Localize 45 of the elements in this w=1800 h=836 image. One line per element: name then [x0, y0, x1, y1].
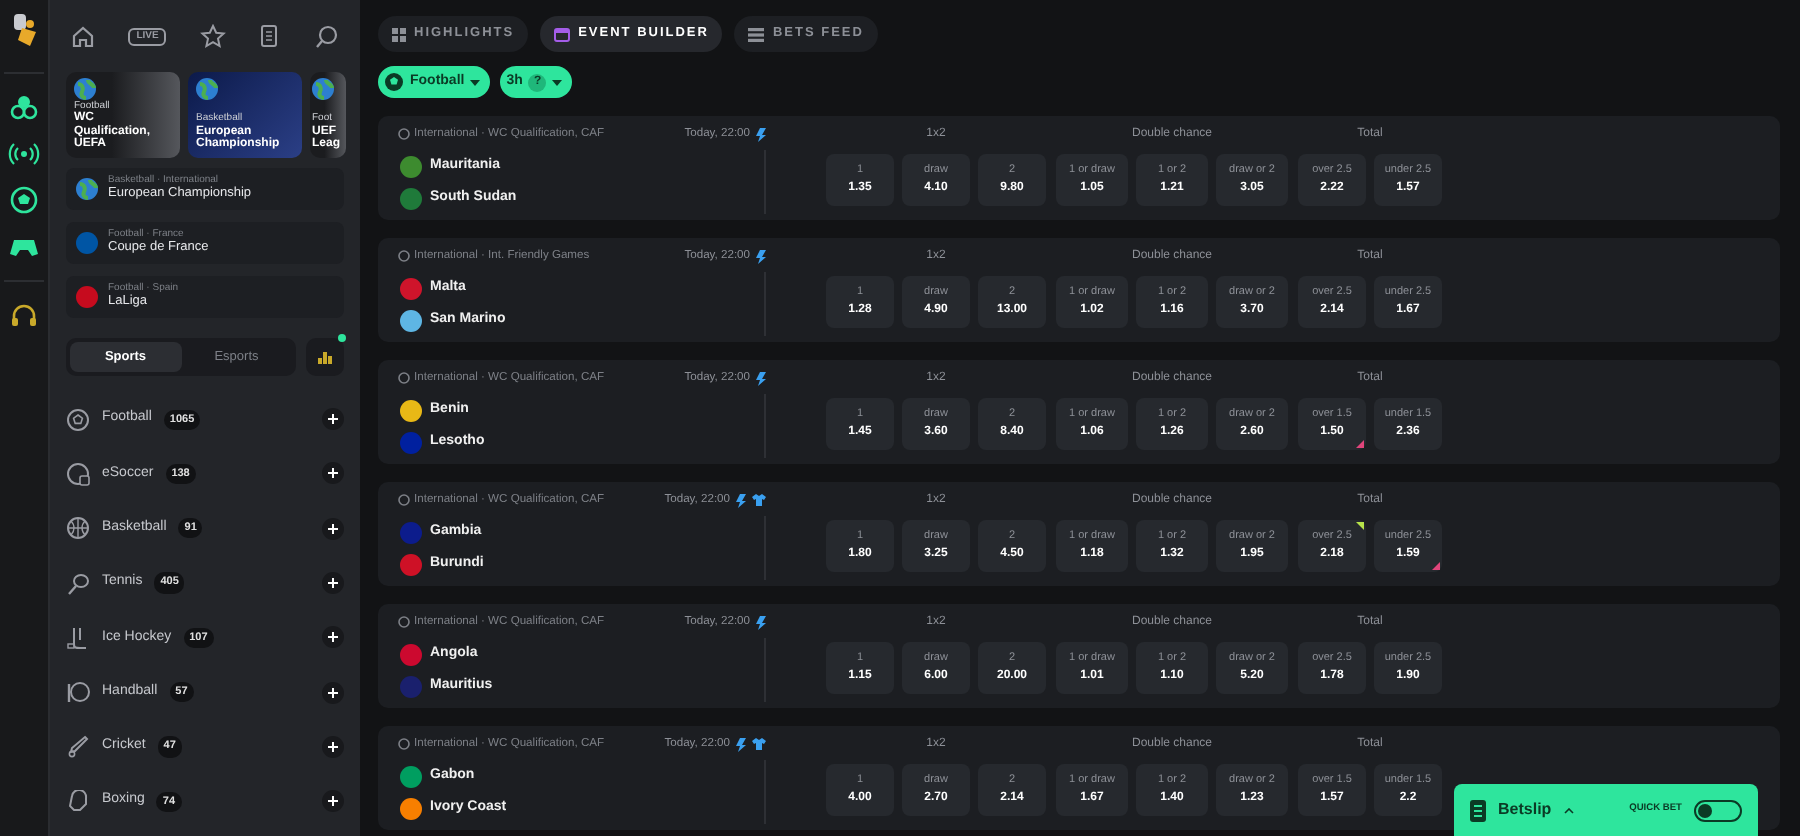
sport-icon	[66, 461, 90, 486]
caret-icon	[552, 79, 563, 85]
sport-icon	[66, 516, 90, 541]
expand-button[interactable]	[322, 517, 344, 540]
quick-bet-toggle[interactable]	[1694, 799, 1742, 821]
expand-button[interactable]	[322, 462, 344, 485]
plus-icon	[328, 632, 338, 643]
caret-icon	[470, 79, 481, 85]
soccer-ball-icon[interactable]	[8, 186, 40, 214]
window-icon	[554, 27, 571, 41]
headset-icon[interactable]	[8, 302, 40, 330]
plus-icon	[328, 687, 338, 698]
search-icon[interactable]	[314, 23, 340, 49]
sport-icon	[66, 680, 90, 705]
expand-button[interactable]	[322, 735, 344, 758]
expand-button[interactable]	[322, 572, 344, 595]
live-signal-icon[interactable]	[8, 140, 40, 168]
sport-icon	[66, 571, 90, 596]
mascot-logo	[8, 12, 40, 48]
document-icon[interactable]	[257, 23, 282, 49]
home-icon[interactable]	[70, 24, 96, 48]
betslip-label: Betslip	[1498, 798, 1552, 822]
grid-icon	[392, 27, 406, 41]
plus-icon	[328, 523, 338, 534]
expand-button[interactable]	[322, 790, 344, 813]
expand-button[interactable]	[322, 408, 344, 431]
soccer-ball-icon	[384, 72, 404, 92]
bar-chart-icon	[318, 351, 332, 363]
chevron-up-icon[interactable]	[1563, 807, 1574, 813]
cards-icon[interactable]	[8, 94, 40, 122]
star-icon[interactable]	[199, 24, 226, 48]
plus-icon	[328, 741, 338, 752]
sport-icon	[66, 789, 90, 814]
expand-button[interactable]	[322, 626, 344, 649]
plus-icon	[328, 414, 338, 425]
plus-icon	[328, 468, 338, 479]
plus-icon	[328, 578, 338, 589]
list-icon	[1470, 799, 1486, 821]
list-icon	[748, 27, 765, 41]
expand-button[interactable]	[322, 681, 344, 704]
sport-icon	[66, 625, 90, 650]
plus-icon	[328, 796, 338, 807]
sport-icon	[66, 734, 90, 759]
stats-button[interactable]	[306, 338, 344, 376]
sport-icon	[66, 407, 90, 432]
